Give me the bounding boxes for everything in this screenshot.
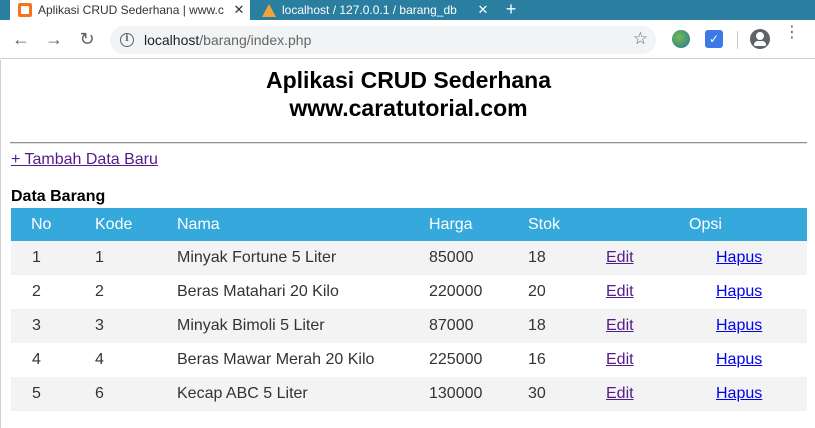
table-row: 3 3 Minyak Bimoli 5 Liter 87000 18 Edit Hapus [11, 309, 807, 343]
header-harga: Harga [429, 215, 473, 233]
cell-hapus: Hapus [716, 241, 807, 275]
cell-kode: 4 [95, 351, 104, 368]
table-row: 5 6 Kecap ABC 5 Liter 130000 30 Edit Hapus [11, 377, 807, 411]
toolbar-divider [737, 31, 738, 49]
header-opsi: Opsi [689, 215, 722, 233]
cell-harga: 220000 [429, 283, 483, 300]
cell-kode: 6 [95, 385, 104, 402]
edit-link[interactable]: Edit [606, 351, 634, 368]
cell-nama: Beras Matahari 20 Kilo [177, 283, 339, 300]
edit-link[interactable]: Edit [606, 249, 634, 266]
account-icon[interactable] [750, 29, 770, 49]
page-title: Aplikasi CRUD Sederhana www.caratutorial… [1, 66, 815, 122]
table-row: 1 1 Minyak Fortune 5 Liter 85000 18 Edit Hapus [11, 241, 807, 275]
cell-edit: Edit [606, 309, 716, 343]
header-nama: Nama [177, 215, 220, 233]
browser-toolbar: ← → ↻ i localhost/barang/index.php ☆ ✓ ⋮ [0, 20, 815, 59]
page-content: Aplikasi CRUD Sederhana www.caratutorial… [0, 60, 815, 428]
cell-hapus: Hapus [716, 309, 807, 343]
add-new-data-link[interactable]: + Tambah Data Baru [11, 151, 158, 169]
cell-kode: 2 [95, 283, 104, 300]
extension-globe-icon[interactable] [672, 30, 690, 48]
cell-stok: 18 [528, 249, 546, 266]
cell-hapus: Hapus [716, 343, 807, 377]
table-header-row: No Kode Nama Harga Stok Opsi [11, 208, 807, 241]
close-tab-icon[interactable]: ✕ [228, 2, 250, 18]
page-title-line2: www.caratutorial.com [289, 95, 528, 121]
cell-hapus: Hapus [716, 275, 807, 309]
tab-title: Aplikasi CRUD Sederhana | www.c [38, 3, 224, 17]
forward-arrow-icon[interactable]: → [42, 27, 66, 51]
new-tab-button[interactable]: + [500, 0, 522, 20]
cell-no: 4 [32, 351, 41, 368]
close-tab-icon[interactable]: ✕ [472, 2, 494, 18]
tab-title: localhost / 127.0.0.1 / barang_db [282, 3, 457, 17]
table-row: 2 2 Beras Matahari 20 Kilo 220000 20 Edit Hapu… [11, 275, 807, 309]
cell-stok: 30 [528, 385, 546, 402]
cell-edit: Edit [606, 241, 716, 275]
edit-link[interactable]: Edit [606, 283, 634, 300]
cell-harga: 87000 [429, 317, 474, 334]
tab-phpmyadmin[interactable]: localhost / 127.0.0.1 / barang_db ✕ [254, 0, 494, 20]
cell-kode: 3 [95, 317, 104, 334]
back-arrow-icon[interactable]: ← [9, 27, 33, 51]
cell-edit: Edit [606, 275, 716, 309]
menu-kebab-icon[interactable]: ⋮ [782, 25, 802, 51]
cell-harga: 85000 [429, 249, 474, 266]
cell-kode: 1 [95, 249, 104, 266]
cell-hapus: Hapus [716, 377, 807, 411]
cell-edit: Edit [606, 343, 716, 377]
cell-stok: 18 [528, 317, 546, 334]
site-info-icon[interactable]: i [120, 33, 134, 47]
page-title-line1: Aplikasi CRUD Sederhana [265, 67, 552, 93]
address-bar[interactable]: i localhost/barang/index.php ☆ [110, 26, 656, 54]
delete-link[interactable]: Hapus [716, 351, 762, 368]
cell-edit: Edit [606, 377, 716, 411]
cell-no: 5 [32, 385, 41, 402]
xampp-favicon-icon [18, 3, 32, 17]
url-text: localhost/barang/index.php [144, 32, 312, 48]
table-row: 4 4 Beras Mawar Merah 20 Kilo 225000 16 Edit H… [11, 343, 807, 377]
reload-icon[interactable]: ↻ [75, 27, 99, 51]
section-title: Data Barang [11, 188, 106, 205]
bookmark-star-icon[interactable]: ☆ [633, 29, 648, 49]
edit-link[interactable]: Edit [606, 385, 634, 402]
tab-strip: Aplikasi CRUD Sederhana | www.c ✕ localh… [0, 0, 815, 20]
delete-link[interactable]: Hapus [716, 249, 762, 266]
horizontal-divider [10, 142, 807, 144]
cell-harga: 130000 [429, 385, 483, 402]
edit-link[interactable]: Edit [606, 317, 634, 334]
cell-no: 1 [32, 249, 41, 266]
cell-stok: 20 [528, 283, 546, 300]
cell-stok: 16 [528, 351, 546, 368]
cell-nama: Beras Mawar Merah 20 Kilo [177, 351, 375, 368]
delete-link[interactable]: Hapus [716, 283, 762, 300]
header-no: No [31, 215, 52, 233]
phpmyadmin-favicon-icon [262, 3, 276, 17]
cell-nama: Minyak Fortune 5 Liter [177, 249, 337, 266]
cell-no: 3 [32, 317, 41, 334]
data-table: No Kode Nama Harga Stok Opsi 1 1 Minyak Fo… [11, 208, 807, 411]
cell-harga: 225000 [429, 351, 483, 368]
tab-crud-app[interactable]: Aplikasi CRUD Sederhana | www.c ✕ [10, 0, 250, 20]
delete-link[interactable]: Hapus [716, 385, 762, 402]
cell-nama: Minyak Bimoli 5 Liter [177, 317, 325, 334]
cell-nama: Kecap ABC 5 Liter [177, 385, 308, 402]
cell-no: 2 [32, 283, 41, 300]
extension-check-icon[interactable]: ✓ [705, 30, 723, 48]
delete-link[interactable]: Hapus [716, 317, 762, 334]
header-kode: Kode [95, 215, 133, 233]
header-stok: Stok [528, 215, 561, 233]
